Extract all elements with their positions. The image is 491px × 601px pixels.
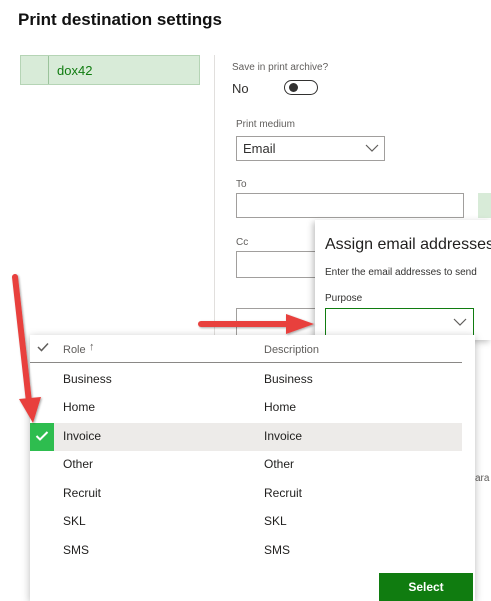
annotation-arrow [12, 274, 41, 423]
annotation-arrow [198, 314, 314, 334]
annotation-arrows [12, 274, 314, 423]
